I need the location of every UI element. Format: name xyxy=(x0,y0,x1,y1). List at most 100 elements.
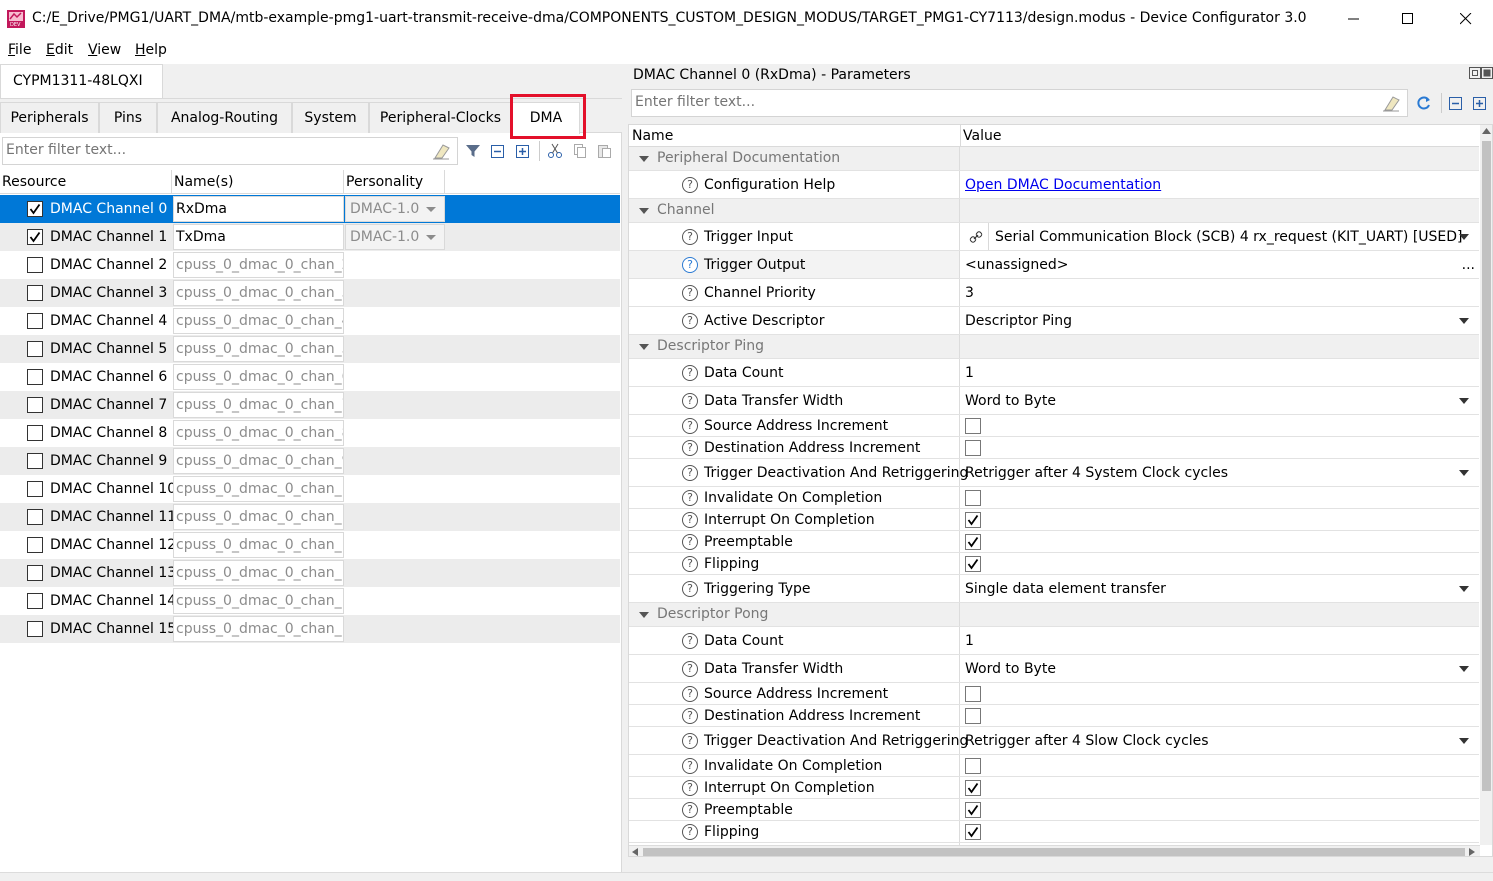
resource-checkbox[interactable] xyxy=(27,509,43,525)
parameter-row[interactable]: ? Destination Address Increment xyxy=(629,705,1479,727)
resource-checkbox[interactable] xyxy=(27,593,43,609)
parameter-value-cell[interactable]: Word to Byte xyxy=(961,387,1479,414)
parameter-checkbox[interactable] xyxy=(965,490,981,506)
parameter-filter-input[interactable] xyxy=(632,90,1032,114)
help-icon[interactable]: ? xyxy=(682,285,698,301)
resource-checkbox[interactable] xyxy=(27,481,43,497)
clear-filter-icon[interactable] xyxy=(431,142,451,160)
parameter-row[interactable]: ? Invalidate On Completion xyxy=(629,487,1479,509)
copy-icon[interactable] xyxy=(571,142,589,160)
parameter-checkbox[interactable] xyxy=(965,780,981,796)
parameter-checkbox[interactable] xyxy=(965,802,981,818)
parameter-row[interactable]: ? Data Transfer Width Word to Byte xyxy=(629,655,1479,683)
menu-edit[interactable]: Edit xyxy=(46,42,73,58)
resource-row[interactable]: DMAC Channel 8 cpuss_0_dmac_0_chan_8 xyxy=(0,419,620,447)
collapse-all-icon[interactable] xyxy=(489,142,507,160)
resource-row[interactable]: DMAC Channel 14 cpuss_0_dmac_0_chan_14 xyxy=(0,587,620,615)
scroll-up-icon[interactable] xyxy=(1482,128,1491,134)
resource-checkbox[interactable] xyxy=(27,229,43,245)
parameter-row[interactable]: ? Source Address Increment xyxy=(629,415,1479,437)
help-icon[interactable]: ? xyxy=(682,556,698,572)
dropdown-arrow-icon[interactable] xyxy=(1459,470,1469,476)
parameter-checkbox[interactable] xyxy=(965,708,981,724)
resource-row[interactable]: DMAC Channel 5 cpuss_0_dmac_0_chan_5 xyxy=(0,335,620,363)
maximize-button[interactable] xyxy=(1385,0,1431,38)
parameter-value-cell[interactable] xyxy=(961,755,1479,776)
parameter-row[interactable]: ? Triggering Type Single data element tran… xyxy=(629,575,1479,603)
help-icon[interactable]: ? xyxy=(682,512,698,528)
parameter-checkbox[interactable] xyxy=(965,686,981,702)
horizontal-scroll-thumb[interactable] xyxy=(643,848,1465,856)
menu-view[interactable]: View xyxy=(88,42,121,58)
parameter-row[interactable]: ? Trigger Input Serial Communication Block… xyxy=(629,223,1479,251)
resource-name-field[interactable]: cpuss_0_dmac_0_chan_3 xyxy=(173,280,344,306)
vertical-scroll-thumb[interactable] xyxy=(1482,141,1491,791)
parameter-value-cell[interactable] xyxy=(961,705,1479,726)
resource-name-field[interactable]: cpuss_0_dmac_0_chan_9 xyxy=(173,448,344,474)
cut-icon[interactable] xyxy=(546,142,564,160)
parameter-row[interactable]: ? Data Transfer Width Word to Byte xyxy=(629,387,1479,415)
help-icon[interactable]: ? xyxy=(682,313,698,329)
resource-checkbox[interactable] xyxy=(27,201,43,217)
parameter-row[interactable]: ? Source Address Increment xyxy=(629,683,1479,705)
parameter-value-cell[interactable]: Serial Communication Block (SCB) 4 rx_re… xyxy=(961,223,1479,250)
tab-pins[interactable]: Pins xyxy=(99,102,157,133)
resource-checkbox[interactable] xyxy=(27,397,43,413)
resource-checkbox[interactable] xyxy=(27,425,43,441)
resource-name-field[interactable]: cpuss_0_dmac_0_chan_10 xyxy=(173,476,344,502)
parameter-row[interactable]: ? Flipping xyxy=(629,553,1479,575)
resource-name-field[interactable]: cpuss_0_dmac_0_chan_11 xyxy=(173,504,344,530)
resource-name-field[interactable]: cpuss_0_dmac_0_chan_6 xyxy=(173,364,344,390)
parameter-value-cell[interactable]: Single data element transfer xyxy=(961,575,1479,602)
parameter-value-cell[interactable] xyxy=(961,509,1479,530)
resource-name-field[interactable]: cpuss_0_dmac_0_chan_12 xyxy=(173,532,344,558)
column-value[interactable]: Value xyxy=(963,128,1001,144)
personality-select[interactable]: DMAC-1.0 xyxy=(345,224,445,250)
horizontal-scrollbar[interactable] xyxy=(629,845,1480,856)
help-icon[interactable]: ? xyxy=(682,780,698,796)
help-icon[interactable]: ? xyxy=(682,758,698,774)
tab-analog-routing[interactable]: Analog-Routing xyxy=(157,102,292,133)
parameter-row[interactable]: ? Channel Priority 3 xyxy=(629,279,1479,307)
filter-icon[interactable] xyxy=(464,142,482,160)
parameter-row[interactable]: ? Configuration Help Open DMAC Documentati… xyxy=(629,171,1479,199)
expand-all-icon[interactable] xyxy=(1471,94,1489,112)
minimize-button[interactable] xyxy=(1331,0,1377,38)
resource-name-field[interactable]: RxDma xyxy=(173,196,344,222)
resource-row[interactable]: DMAC Channel 3 cpuss_0_dmac_0_chan_3 xyxy=(0,279,620,307)
column-resource[interactable]: Resource xyxy=(0,170,172,194)
resource-name-field[interactable]: TxDma xyxy=(173,224,344,250)
resource-name-field[interactable]: cpuss_0_dmac_0_chan_5 xyxy=(173,336,344,362)
parameter-value-cell[interactable] xyxy=(961,531,1479,552)
help-icon[interactable]: ? xyxy=(682,465,698,481)
resource-checkbox[interactable] xyxy=(27,313,43,329)
help-icon[interactable]: ? xyxy=(682,733,698,749)
resource-checkbox[interactable] xyxy=(27,341,43,357)
expand-all-icon[interactable] xyxy=(514,142,532,160)
parameter-value-cell[interactable] xyxy=(961,777,1479,798)
help-icon[interactable]: ? xyxy=(682,708,698,724)
resource-checkbox[interactable] xyxy=(27,621,43,637)
device-tab[interactable]: CYPM1311-48LQXI xyxy=(0,64,163,98)
column-name[interactable]: Name xyxy=(632,128,673,144)
resource-row[interactable]: DMAC Channel 11 cpuss_0_dmac_0_chan_11 xyxy=(0,503,620,531)
tab-system[interactable]: System xyxy=(292,102,369,133)
resource-row[interactable]: DMAC Channel 12 cpuss_0_dmac_0_chan_12 xyxy=(0,531,620,559)
dropdown-arrow-icon[interactable] xyxy=(1459,738,1469,744)
parameter-value-cell[interactable] xyxy=(961,553,1479,574)
parameter-row[interactable]: ? Invalidate On Completion xyxy=(629,755,1479,777)
parameter-checkbox[interactable] xyxy=(965,440,981,456)
resource-checkbox[interactable] xyxy=(27,257,43,273)
dropdown-arrow-icon[interactable] xyxy=(1459,398,1469,404)
menu-help[interactable]: Help xyxy=(135,42,167,58)
resource-row[interactable]: DMAC Channel 9 cpuss_0_dmac_0_chan_9 xyxy=(0,447,620,475)
resource-name-field[interactable]: cpuss_0_dmac_0_chan_2 xyxy=(173,252,344,278)
tab-dma[interactable]: DMA xyxy=(512,102,580,134)
resource-row[interactable]: DMAC Channel 13 cpuss_0_dmac_0_chan_13 xyxy=(0,559,620,587)
collapse-arrow-icon[interactable] xyxy=(639,612,649,618)
parameter-value-cell[interactable] xyxy=(961,821,1479,842)
parameter-row[interactable]: ? Trigger Deactivation And Retriggering Re… xyxy=(629,459,1479,487)
close-button[interactable] xyxy=(1443,0,1489,38)
resource-name-field[interactable]: cpuss_0_dmac_0_chan_8 xyxy=(173,420,344,446)
parameter-row[interactable]: ? Trigger Output <unassigned>... xyxy=(629,251,1479,279)
